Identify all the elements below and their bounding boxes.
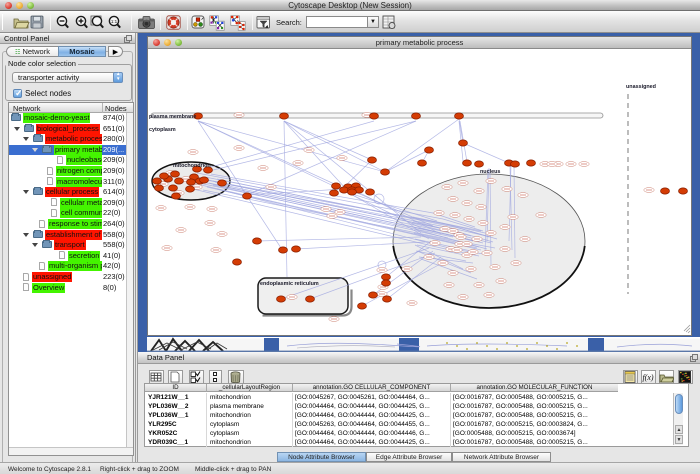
- svg-text:endoplasmic reticulum: endoplasmic reticulum: [260, 281, 319, 287]
- svg-text:plasma membrane: plasma membrane: [149, 114, 196, 120]
- svg-text:mitochondrion: mitochondrion: [173, 163, 211, 169]
- svg-text:cytoplasm: cytoplasm: [149, 127, 176, 133]
- svg-text:f(x): f(x): [642, 373, 653, 382]
- svg-text:1:1: 1:1: [111, 19, 118, 24]
- svg-text:unassigned: unassigned: [626, 84, 656, 90]
- svg-text:nucleus: nucleus: [480, 169, 500, 175]
